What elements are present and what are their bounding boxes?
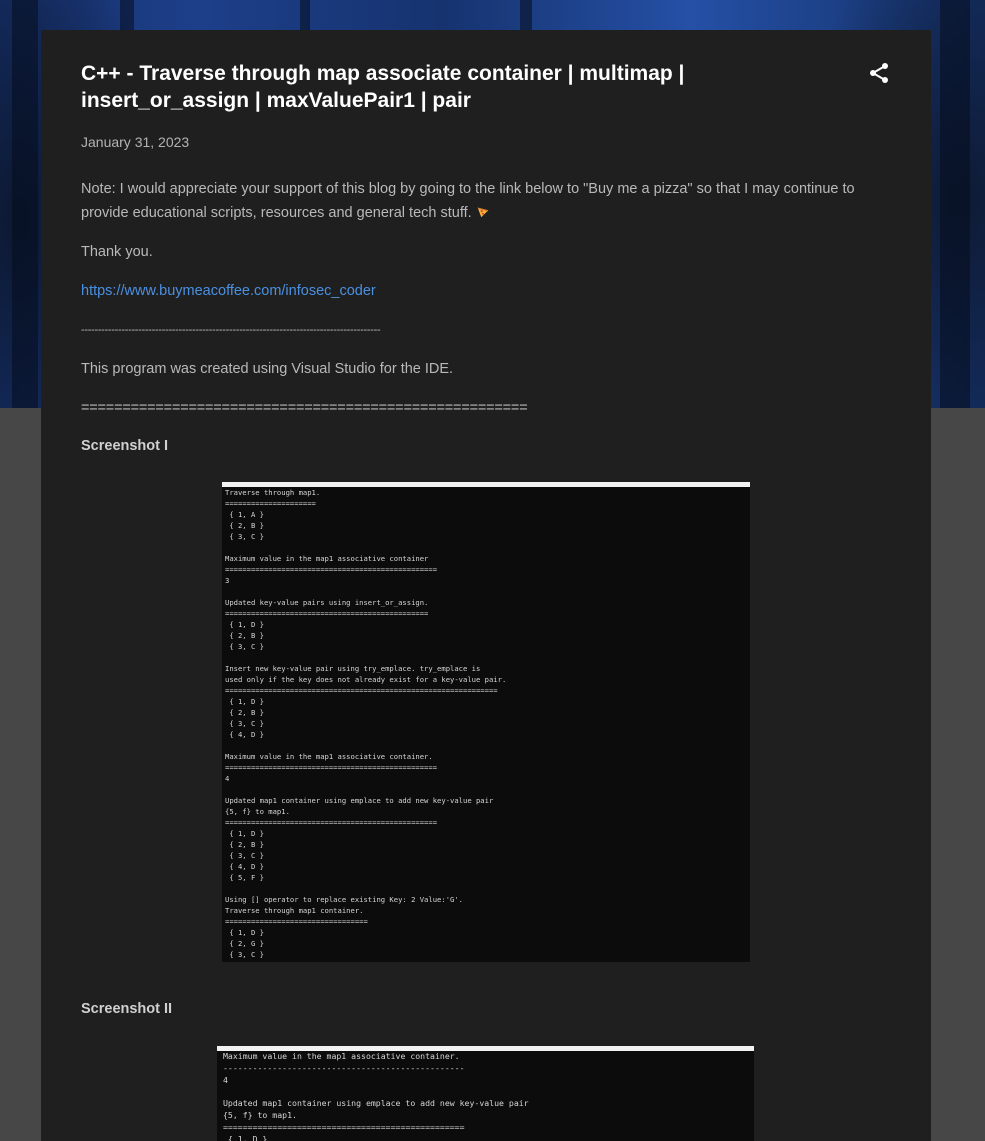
console-line: ========================================…	[223, 1121, 465, 1132]
console-line: {5, f} to map1.	[225, 807, 290, 816]
console-line: { 2, B }	[225, 840, 264, 849]
screenshot-1-console[interactable]: Traverse through map1. ==================…	[222, 482, 750, 962]
console-line: { 3, C }	[225, 719, 264, 728]
console-line: Traverse through map1.	[225, 488, 321, 497]
screenshot-2-heading: Screenshot II	[81, 1001, 173, 1017]
console-line: Insert new key-value pair using try_empl…	[225, 664, 481, 673]
coffee-link-paragraph: https://www.buymeacoffee.com/infosec_cod…	[81, 279, 891, 303]
support-note: Note: I would appreciate your support of…	[81, 177, 891, 225]
console-line: { 2, G }	[225, 939, 264, 948]
console-line: ----------------------------------------…	[223, 1062, 465, 1073]
dash-divider: ----------------------------------------…	[81, 324, 381, 336]
console-line: { 2, B }	[225, 521, 264, 530]
console-line: 4	[225, 774, 230, 783]
console-line: { 2, B }	[225, 708, 264, 717]
console-line: Maximum value in the map1 associative co…	[223, 1051, 460, 1061]
console-line: { 3, C }	[225, 851, 264, 860]
console-line: ========================================…	[225, 686, 498, 695]
console-line: { 1, D }	[223, 1133, 268, 1141]
console-line: {5, f} to map1.	[223, 1109, 297, 1120]
console-line: { 1, D }	[225, 928, 264, 937]
buymeacoffee-link[interactable]: https://www.buymeacoffee.com/infosec_cod…	[81, 283, 376, 299]
console-line: ========================================…	[225, 763, 438, 772]
console-line: { 4, D }	[225, 730, 264, 739]
console-line: Maximum value in the map1 associative co…	[225, 752, 433, 761]
console-line: 3	[225, 576, 230, 585]
console-line: =================================	[225, 917, 368, 926]
console-line: { 3, C }	[225, 532, 264, 541]
thank-you-text: Thank you.	[81, 244, 153, 260]
console-line: { 1, A }	[225, 510, 264, 519]
console-line: ========================================…	[225, 565, 438, 574]
screenshot-1-heading: Screenshot I	[81, 438, 169, 454]
console-line: 4	[223, 1074, 228, 1085]
console-line: =====================	[225, 499, 316, 508]
ide-note: This program was created using Visual St…	[81, 361, 454, 377]
share-icon[interactable]	[867, 61, 891, 85]
console-line: Updated key-value pairs using insert_or_…	[225, 598, 429, 607]
console-line: { 5, F }	[225, 873, 264, 882]
console-line: Maximum value in the map1 associative co…	[225, 554, 429, 563]
console-line: used only if the key does not already ex…	[225, 675, 507, 684]
console-line: { 1, D }	[225, 620, 264, 629]
post-date: January 31, 2023	[81, 134, 190, 150]
console-line: Using [] operator to replace existing Ke…	[225, 895, 463, 904]
equals-divider: ========================================…	[81, 400, 528, 416]
support-note-text: Note: I would appreciate your support of…	[81, 181, 855, 221]
console-line: { 2, B }	[225, 631, 264, 640]
console-line: { 3, C }	[225, 642, 264, 651]
console-line: Updated map1 container using emplace to …	[223, 1098, 529, 1109]
console-line: ========================================…	[225, 609, 429, 618]
console-line: ========================================…	[225, 818, 438, 827]
console-line: { 3, C }	[225, 950, 264, 959]
console-line: { 1, D }	[225, 829, 264, 838]
post-title: C++ - Traverse through map associate con…	[81, 62, 685, 112]
console-line: Updated map1 container using emplace to …	[225, 796, 494, 805]
blog-post-card: C++ - Traverse through map associate con…	[41, 30, 931, 1141]
console-line: { 4, D }	[225, 862, 264, 871]
screenshot-2-console[interactable]: Maximum value in the map1 associative co…	[217, 1046, 754, 1141]
pizza-emoji	[477, 207, 488, 218]
console-line: Traverse through map1 container.	[225, 906, 364, 915]
console-line: { 1, D }	[225, 697, 264, 706]
